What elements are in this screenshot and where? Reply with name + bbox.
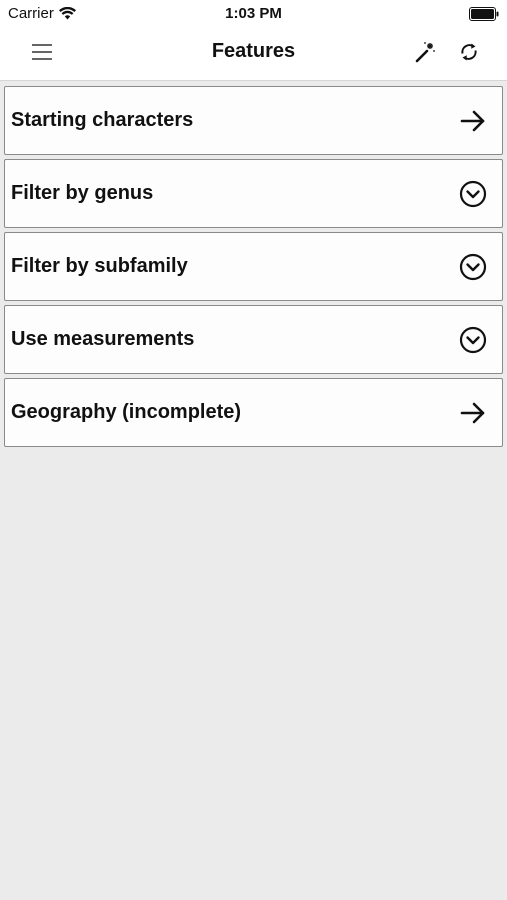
chevron-down-circle-icon [459,253,487,281]
arrow-right-icon [459,399,487,427]
feature-label: Starting characters [11,109,194,131]
feature-row-filter-by-genus[interactable]: Filter by genus [4,159,503,228]
status-bar: Carrier 1:03 PM [0,0,507,28]
feature-row-use-measurements[interactable]: Use measurements [4,305,503,374]
refresh-icon[interactable] [457,40,481,64]
feature-label: Filter by genus [11,182,154,204]
feature-row-filter-by-subfamily[interactable]: Filter by subfamily [4,232,503,301]
arrow-right-icon [459,107,487,135]
feature-list: Starting characters Filter by genus Filt… [4,86,503,451]
feature-row-geography[interactable]: Geography (incomplete) [4,378,503,447]
feature-row-starting-characters[interactable]: Starting characters [4,86,503,155]
chevron-down-circle-icon [459,326,487,354]
chevron-down-circle-icon [459,180,487,208]
status-time: 1:03 PM [225,5,282,22]
magic-wand-icon[interactable] [413,40,437,64]
feature-label: Use measurements [11,328,195,350]
battery-icon [469,7,499,21]
feature-label: Geography (incomplete) [11,401,242,423]
navigation-bar: Features [0,28,507,81]
feature-label: Filter by subfamily [11,255,188,277]
